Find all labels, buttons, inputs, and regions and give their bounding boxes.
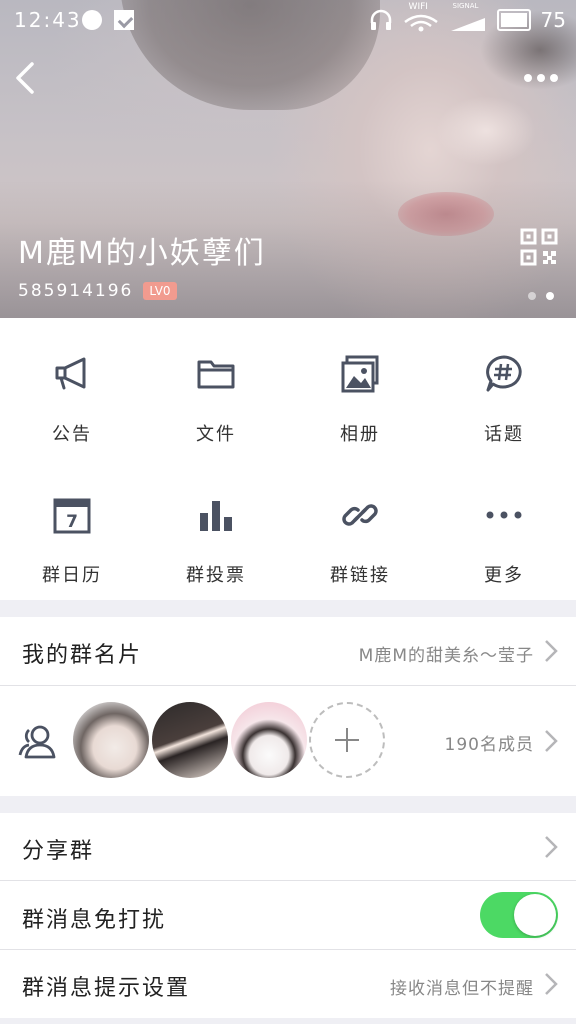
member-avatar[interactable] [231, 702, 307, 778]
function-label: 群投票 [186, 565, 246, 586]
function-label: 群日历 [42, 565, 102, 586]
qr-code-button[interactable] [520, 228, 558, 266]
dot-icon [524, 74, 532, 82]
member-avatar[interactable] [73, 702, 149, 778]
battery-icon [496, 9, 531, 31]
dot-icon [537, 74, 545, 82]
function-album[interactable]: 相册 [288, 318, 432, 459]
notify-settings-row[interactable]: 群消息提示设置 接收消息但不提醒 [0, 950, 576, 1018]
level-badge: LV0 [143, 282, 177, 300]
calendar-day: 7 [66, 512, 78, 532]
function-announcement[interactable]: 公告 [0, 318, 144, 459]
more-menu-button[interactable] [524, 68, 564, 88]
mute-toggle[interactable] [480, 892, 558, 938]
function-topic[interactable]: 话题 [432, 318, 576, 459]
row-label: 群消息免打扰 [22, 908, 167, 933]
battery-level: 75 [540, 8, 566, 32]
add-member-button[interactable] [309, 702, 385, 778]
members-row[interactable]: 190名成员 [0, 686, 576, 796]
group-id-row: 585914196 LV0 [18, 281, 177, 301]
chevron-right-icon [545, 730, 558, 752]
vote-icon [200, 501, 232, 531]
function-calendar[interactable]: 7 群日历 [0, 459, 144, 600]
function-label: 更多 [484, 565, 524, 586]
function-label: 群链接 [330, 565, 390, 586]
status-bar: 12:43 WIFI SIGNAL 75 [0, 0, 576, 40]
signal-icon: SIGNAL [449, 2, 487, 34]
row-label: 我的群名片 [22, 643, 143, 668]
chevron-right-icon [545, 640, 558, 662]
megaphone-icon [55, 357, 86, 390]
members-icon [18, 725, 56, 759]
folder-icon [197, 360, 235, 389]
function-label: 公告 [52, 424, 92, 445]
calendar-icon: 7 [53, 498, 91, 534]
chevron-right-icon [545, 836, 558, 858]
back-button[interactable] [12, 58, 42, 98]
group-nickname: M鹿M的甜美糸～莹子 [358, 646, 534, 666]
page-dot [528, 292, 536, 300]
page-dot-active [546, 292, 554, 300]
album-icon [341, 355, 379, 393]
notification-icon [82, 10, 102, 30]
group-id: 585914196 [18, 281, 134, 301]
member-count: 190名成员 [444, 735, 534, 755]
my-group-card-row[interactable]: 我的群名片 M鹿M的甜美糸～莹子 [0, 617, 576, 685]
member-avatar[interactable] [152, 702, 228, 778]
link-icon [342, 504, 378, 526]
row-label: 群消息提示设置 [22, 976, 191, 1001]
shield-icon [114, 10, 134, 30]
row-label: 分享群 [22, 839, 95, 864]
topic-icon [486, 355, 522, 392]
group-header: 12:43 WIFI SIGNAL 75 M鹿M的小妖孽们 585914196 … [0, 0, 576, 318]
group-name: M鹿M的小妖孽们 [18, 236, 266, 271]
cover-photo-highlight [436, 96, 536, 166]
headphones-icon [370, 9, 391, 30]
function-label: 相册 [340, 424, 380, 445]
status-time: 12:43 [14, 8, 82, 32]
function-link[interactable]: 群链接 [288, 459, 432, 600]
function-more[interactable]: 更多 [432, 459, 576, 600]
more-dots-icon [486, 511, 522, 519]
wifi-label: WIFI [408, 2, 428, 12]
function-label: 文件 [196, 424, 236, 445]
chevron-right-icon [545, 973, 558, 995]
mute-row: 群消息免打扰 [0, 881, 576, 949]
function-vote[interactable]: 群投票 [144, 459, 288, 600]
notify-setting-value: 接收消息但不提醒 [390, 979, 534, 999]
wifi-icon: WIFI [403, 2, 439, 34]
signal-label: SIGNAL [452, 2, 479, 10]
function-grid: 公告 文件 相册 话题 7 群日历 群投票 群链接 更多 [0, 318, 576, 600]
function-files[interactable]: 文件 [144, 318, 288, 459]
function-label: 话题 [484, 424, 524, 445]
toggle-knob [514, 894, 556, 936]
cover-page-indicator [528, 292, 554, 300]
dot-icon [550, 74, 558, 82]
share-group-row[interactable]: 分享群 [0, 813, 576, 880]
